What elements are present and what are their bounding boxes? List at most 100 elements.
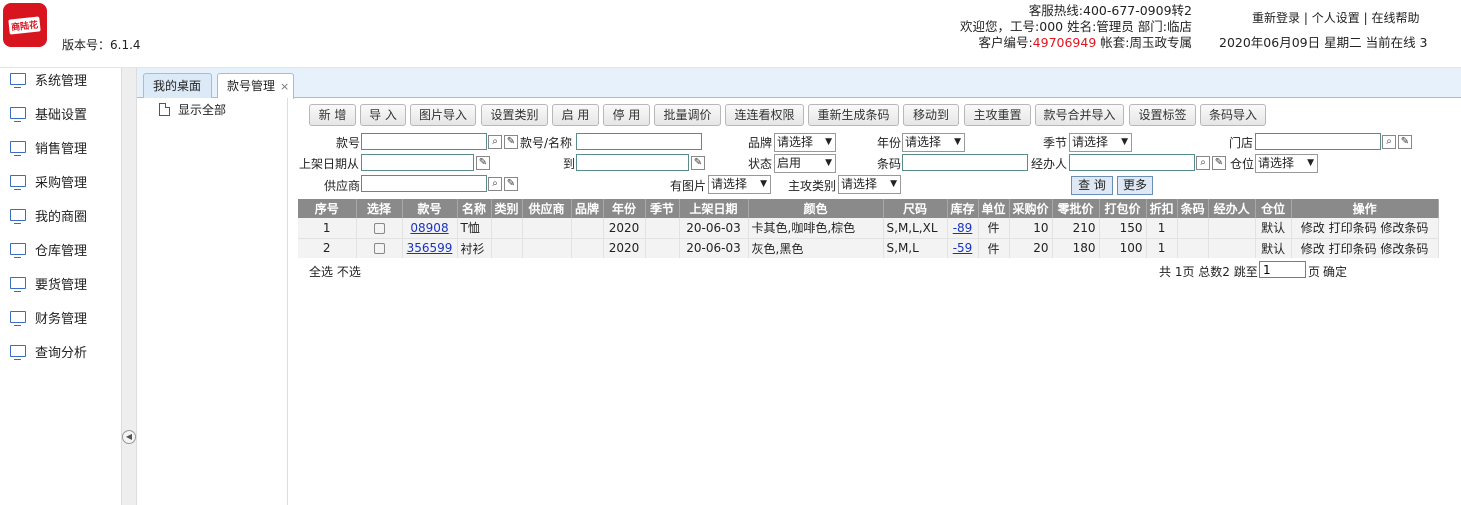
col-name: 名称 [457,199,492,218]
print-barcode-action[interactable]: 打印条码 [1329,221,1377,235]
shelf-date-from-input[interactable] [361,154,474,171]
col-year: 年份 [603,199,646,218]
app-logo: 商陆花 [3,3,47,47]
customer-line: 客户编号:49706949 帐套:周玉政专属 [978,35,1192,50]
online-help-link[interactable]: 在线帮助 [1371,11,1419,25]
search-icon[interactable]: ⌕ [488,177,502,191]
barcode-label: 条码 [877,157,902,171]
tree-node-all[interactable]: 显示全部 [159,101,226,118]
main-reset-button[interactable]: 主攻重置 [964,104,1031,126]
move-to-button[interactable]: 移动到 [903,104,959,126]
col-purchase-price: 采购价 [1009,199,1053,218]
main-category-select[interactable]: 请选择 ▼ [838,175,901,194]
tab-desktop[interactable]: 我的桌面 [143,73,212,98]
edit-action[interactable]: 修改 [1301,242,1325,256]
col-size: 尺码 [883,199,948,218]
sidebar-splitter[interactable]: ◀ [121,68,137,505]
monitor-icon [10,175,26,190]
date-online: 2020年06月09日 星期二 当前在线 3 [1219,35,1428,50]
stock-link[interactable]: -59 [953,241,973,255]
main-panel: 新 增 导 入 图片导入 设置类别 启 用 停 用 批量调价 连连看权限 重新生… [289,98,1461,505]
sidebar-item-analysis[interactable]: 查询分析 [10,341,87,361]
close-icon[interactable]: × [280,80,289,93]
store-input[interactable] [1255,133,1381,150]
welcome-text: 欢迎您，工号:000 姓名:管理员 部门:临店 [960,19,1192,34]
page-jump-input[interactable] [1259,261,1306,278]
search-icon[interactable]: ⌕ [1382,135,1396,149]
page-confirm-button[interactable]: 确定 [1323,263,1347,280]
table-row: 1 08908 T恤 2020 20-06-03 卡其色,咖啡色,棕色 S,M,… [298,218,1439,238]
set-label-button[interactable]: 设置标签 [1129,104,1196,126]
supplier-input[interactable] [361,175,487,192]
status-select[interactable]: 启用 ▼ [774,154,836,173]
select-none-link[interactable]: 不选 [337,265,361,279]
regenerate-barcode-button[interactable]: 重新生成条码 [808,104,899,126]
has-image-label: 有图片 [670,179,707,193]
sidebar-item-finance[interactable]: 财务管理 [10,307,87,327]
monitor-icon [10,345,26,360]
print-barcode-action[interactable]: 打印条码 [1329,242,1377,256]
image-import-button[interactable]: 图片导入 [410,104,476,126]
select-all-link[interactable]: 全选 [309,265,333,279]
table-row: 2 356599 衬衫 2020 20-06-03 灰色,黑色 S,M,L -5… [298,237,1439,258]
sidebar-item-sales[interactable]: 销售管理 [10,137,87,157]
query-button[interactable]: 查 询 [1071,176,1113,195]
col-unit: 单位 [978,199,1010,218]
import-button[interactable]: 导 入 [360,104,406,126]
stock-link[interactable]: -89 [953,221,973,235]
sidebar-item-requisition[interactable]: 要货管理 [10,273,87,293]
col-index: 序号 [298,199,357,218]
sidebar-item-circle[interactable]: 我的商圈 [10,205,87,225]
add-button[interactable]: 新 增 [309,104,356,126]
edit-barcode-action[interactable]: 修改条码 [1380,242,1428,256]
warehouse-select[interactable]: 请选择 ▼ [1255,154,1318,173]
link-permission-button[interactable]: 连连看权限 [725,104,804,126]
relogin-link[interactable]: 重新登录 [1252,11,1300,25]
batch-price-button[interactable]: 批量调价 [654,104,721,126]
brand-select[interactable]: 请选择 ▼ [774,133,836,152]
store-label: 门店 [1229,136,1254,150]
row-checkbox[interactable] [373,243,385,255]
warehouse-label: 仓位 [1230,157,1255,171]
sidebar-item-warehouse[interactable]: 仓库管理 [10,239,87,259]
date-to-input[interactable] [576,154,689,171]
sidebar-item-purchase[interactable]: 采购管理 [10,171,87,191]
category-tree: 显示全部 [137,98,288,505]
handler-input[interactable] [1069,154,1195,171]
year-select[interactable]: 请选择 ▼ [902,133,965,152]
calendar-icon[interactable]: ✎ [691,156,705,170]
more-button[interactable]: 更多 [1117,176,1153,195]
personal-settings-link[interactable]: 个人设置 [1312,11,1360,25]
edit-icon[interactable]: ✎ [504,135,518,149]
date-to-label: 到 [563,157,576,171]
sidebar-item-system[interactable]: 系统管理 [10,69,87,89]
style-no-link[interactable]: 356599 [407,241,453,255]
calendar-icon[interactable]: ✎ [476,156,490,170]
disable-button[interactable]: 停 用 [603,104,650,126]
edit-barcode-action[interactable]: 修改条码 [1380,221,1428,235]
has-image-select[interactable]: 请选择 ▼ [708,175,771,194]
season-select[interactable]: 请选择 ▼ [1069,133,1132,152]
edit-icon[interactable]: ✎ [1212,156,1226,170]
set-category-button[interactable]: 设置类别 [481,104,548,126]
monitor-icon [10,73,26,88]
edit-icon[interactable]: ✎ [504,177,518,191]
collapse-left-icon[interactable]: ◀ [122,430,136,444]
edit-action[interactable]: 修改 [1301,221,1325,235]
barcode-input[interactable] [902,154,1028,171]
style-no-input[interactable] [361,133,487,150]
tab-style-management[interactable]: 款号管理 × [217,73,294,99]
selection-links: 全选 不选 [309,263,361,280]
sidebar-item-basic[interactable]: 基础设置 [10,103,87,123]
barcode-import-button[interactable]: 条码导入 [1200,104,1266,126]
style-name-input[interactable] [576,133,702,150]
merge-import-button[interactable]: 款号合并导入 [1035,104,1124,126]
search-icon[interactable]: ⌕ [488,135,502,149]
service-info: 客服热线:400-677-0909转2 欢迎您，工号:000 姓名:管理员 部门… [960,3,1192,51]
row-actions: 修改 打印条码 修改条码 [1291,218,1439,238]
row-checkbox[interactable] [373,222,385,234]
enable-button[interactable]: 启 用 [552,104,599,126]
edit-icon[interactable]: ✎ [1398,135,1412,149]
search-icon[interactable]: ⌕ [1196,156,1210,170]
style-no-link[interactable]: 08908 [410,221,448,235]
